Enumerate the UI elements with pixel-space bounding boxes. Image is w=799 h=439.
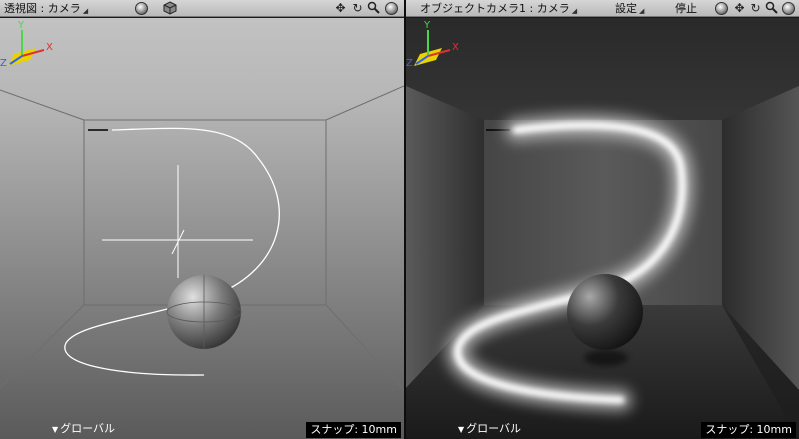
cube-icon[interactable] [162, 1, 177, 16]
chevron-down-icon: ◢ [639, 7, 645, 15]
triangle-down-icon: ▼ [52, 425, 59, 434]
rotate-icon[interactable]: ↻ [350, 1, 365, 16]
move-icon[interactable]: ✥ [732, 1, 747, 16]
coordinate-mode-label: グローバル [466, 422, 522, 435]
settings-label: 設定 [615, 2, 637, 15]
coordinate-mode-menu[interactable]: ▼ グローバル [458, 422, 521, 437]
chevron-down-icon: ◢ [82, 7, 89, 15]
viewport-header: 透視図 : カメラ ◢ ✥ ↻ [0, 0, 404, 17]
perspective-viewport[interactable]: 透視図 : カメラ ◢ ✥ ↻ Y X Z ▼ グローバル スナップ: 10mm [0, 0, 404, 439]
axis-gizmo: Y X Z [0, 20, 53, 68]
coordinate-mode-label: グローバル [60, 422, 116, 435]
axis-y-label: Y [17, 20, 25, 31]
axis-x-label: X [46, 42, 53, 53]
fit-icon[interactable] [385, 2, 398, 15]
rotate-icon[interactable]: ↻ [748, 1, 763, 16]
viewport-canvas[interactable]: Y X Z ▼ グローバル スナップ: 10mm [406, 18, 799, 439]
render-preview [406, 18, 799, 439]
object-camera-viewport[interactable]: オブジェクトカメラ1 : カメラ ◢ 設定 ◢ 停止 ✥ ↻ Y X Z ▼ グ… [406, 0, 799, 439]
move-icon[interactable]: ✥ [333, 1, 348, 16]
snap-indicator: スナップ: 10mm [306, 422, 401, 438]
camera-target-icon[interactable] [715, 2, 728, 15]
coordinate-mode-menu[interactable]: ▼ グローバル [52, 422, 115, 437]
camera-target-icon[interactable] [135, 2, 148, 15]
zoom-icon[interactable] [764, 1, 779, 16]
view-mode-menu[interactable]: 透視図 : カメラ ◢ [4, 0, 88, 17]
axis-x-label: X [452, 42, 459, 53]
axis-z-label: Z [0, 58, 7, 68]
zoom-icon[interactable] [366, 1, 381, 16]
viewport-header: オブジェクトカメラ1 : カメラ ◢ 設定 ◢ 停止 ✥ ↻ [406, 0, 799, 17]
triangle-down-icon: ▼ [458, 425, 465, 434]
fit-icon[interactable] [782, 2, 795, 15]
view-mode-menu[interactable]: オブジェクトカメラ1 : カメラ ◢ [420, 0, 577, 17]
chevron-down-icon: ◢ [571, 7, 578, 15]
sphere-object[interactable] [567, 274, 643, 350]
app-root: 透視図 : カメラ ◢ ✥ ↻ Y X Z ▼ グローバル スナップ: 10mm… [0, 0, 799, 439]
settings-menu[interactable]: 設定 ◢ [615, 0, 644, 17]
snap-indicator: スナップ: 10mm [701, 422, 796, 438]
axis-z-label: Z [406, 58, 413, 68]
axis-gizmo: Y X Z [406, 20, 459, 68]
sphere-object[interactable] [166, 275, 242, 349]
axis-y-label: Y [423, 20, 431, 31]
viewport-canvas[interactable]: Y X Z ▼ グローバル スナップ: 10mm [0, 18, 404, 439]
scene-wireframe [0, 18, 404, 439]
stop-button[interactable]: 停止 [675, 0, 697, 17]
view-mode-label: 透視図 : カメラ [4, 2, 81, 15]
view-mode-label: オブジェクトカメラ1 : カメラ [420, 2, 570, 15]
stop-label: 停止 [675, 2, 697, 15]
